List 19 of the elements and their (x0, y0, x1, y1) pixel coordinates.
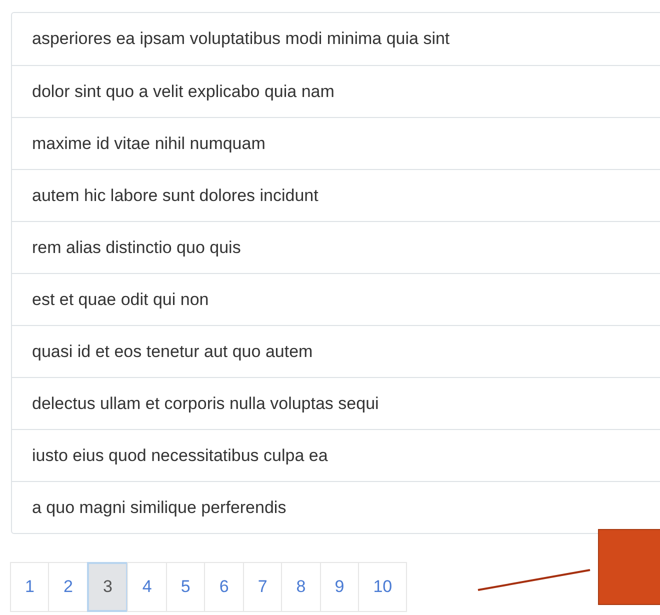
list-item: est et quae odit qui non (12, 273, 660, 325)
list-item: maxime id vitae nihil numquam (12, 117, 660, 169)
page-link[interactable]: 7 (242, 562, 282, 612)
list-item: quasi id et eos tenetur aut quo autem (12, 325, 660, 377)
page-link[interactable]: 2 (48, 562, 88, 612)
page-link[interactable]: 1 (10, 562, 50, 612)
page-link[interactable]: 6 (204, 562, 244, 612)
list-item: rem alias distinctio quo quis (12, 221, 660, 273)
page-link[interactable]: 9 (320, 562, 360, 612)
page-link[interactable]: 4 (127, 562, 167, 612)
page-link[interactable]: 5 (166, 562, 206, 612)
list-item: delectus ullam et corporis nulla voluptas sequi (12, 377, 660, 429)
list-item: iusto eius quod necessitatibus culpa ea (12, 429, 660, 481)
page-link[interactable]: 3 (86, 562, 128, 612)
page-link[interactable]: 8 (281, 562, 321, 612)
page-link[interactable]: 10 (358, 562, 408, 612)
list-item: dolor sint quo a velit explicabo quia nam (12, 65, 660, 117)
list-item: autem hic labore sunt dolores incidunt (12, 169, 660, 221)
list-item: asperiores ea ipsam voluptatibus modi minima quia sint (31, 28, 451, 50)
